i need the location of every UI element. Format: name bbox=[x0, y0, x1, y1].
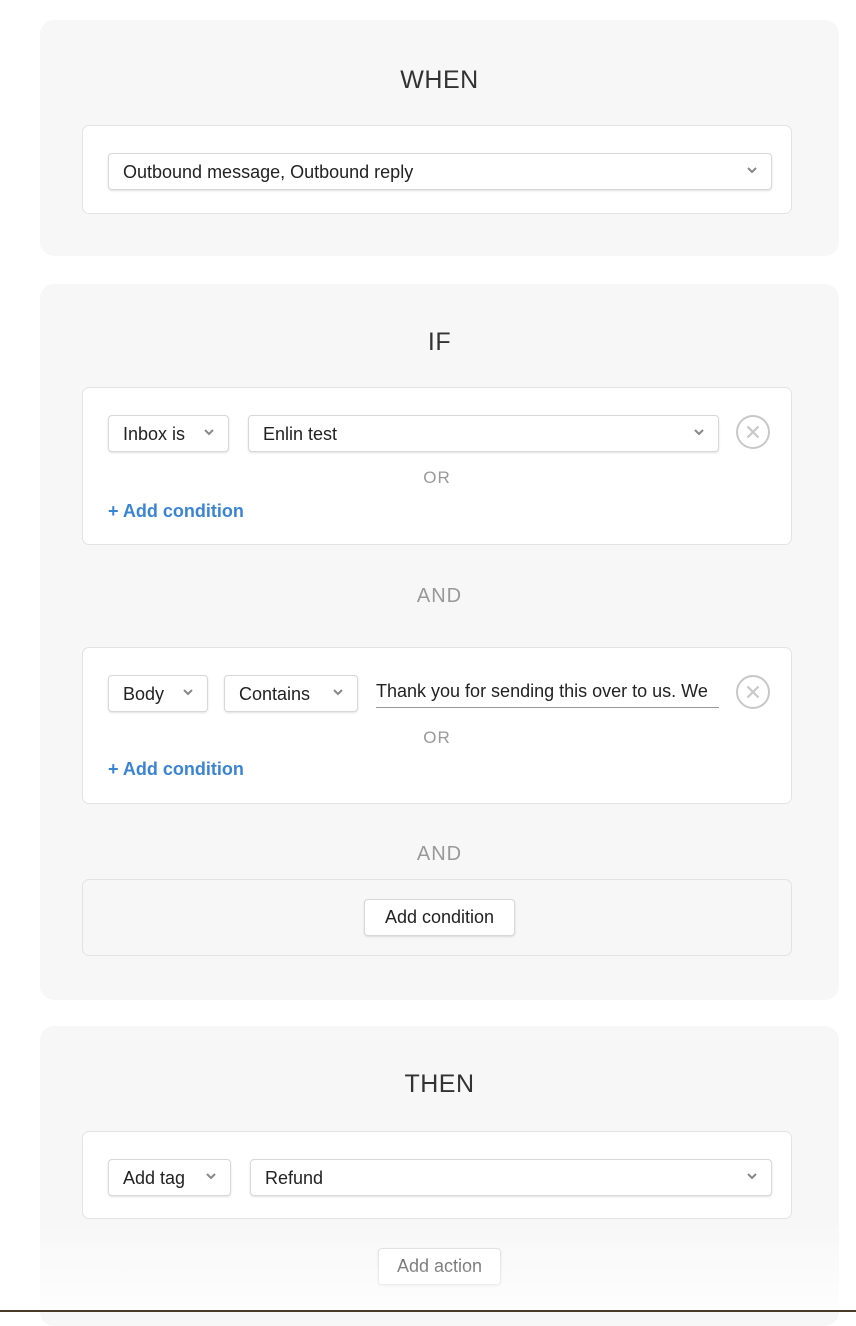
value-select-value: Enlin test bbox=[263, 424, 338, 444]
chevron-down-icon bbox=[183, 689, 193, 696]
then-title: THEN bbox=[404, 1070, 475, 1098]
field-select[interactable]: Inbox is bbox=[108, 415, 229, 452]
remove-condition-icon[interactable] bbox=[735, 674, 771, 710]
trigger-select[interactable]: Outbound message, Outbound reply bbox=[108, 153, 772, 190]
value-select[interactable]: Enlin test bbox=[248, 415, 719, 452]
chevron-down-icon bbox=[204, 429, 214, 436]
chevron-down-icon bbox=[747, 1173, 757, 1180]
and-label: AND bbox=[416, 585, 463, 607]
field-select-value: Inbox is bbox=[123, 424, 186, 444]
then-section: THEN Add tag Refund Add action bbox=[40, 1026, 839, 1326]
action-select[interactable]: Add tag bbox=[108, 1159, 231, 1196]
tag-select-value: Refund bbox=[265, 1168, 324, 1188]
add-condition-button[interactable]: Add condition bbox=[364, 899, 515, 936]
operator-select-value: Contains bbox=[239, 684, 311, 704]
when-title: WHEN bbox=[400, 66, 479, 94]
add-action-button[interactable]: Add action bbox=[378, 1248, 501, 1285]
add-condition-link[interactable]: + Add condition bbox=[108, 501, 244, 522]
chevron-down-icon bbox=[333, 689, 343, 696]
when-section: WHEN Outbound message, Outbound reply bbox=[40, 20, 839, 256]
or-label: OR bbox=[423, 468, 451, 487]
and-label: AND bbox=[416, 843, 463, 865]
or-label: OR bbox=[423, 728, 451, 747]
chevron-down-icon bbox=[206, 1173, 216, 1180]
if-title: IF bbox=[427, 328, 452, 356]
action-select-value: Add tag bbox=[123, 1168, 186, 1188]
operator-select[interactable]: Contains bbox=[224, 675, 358, 712]
when-card: Outbound message, Outbound reply bbox=[82, 125, 792, 214]
trigger-select-value: Outbound message, Outbound reply bbox=[123, 162, 414, 182]
action-card: Add tag Refund bbox=[82, 1131, 792, 1219]
condition-group: Inbox is Enlin test OR + Add condition bbox=[82, 387, 792, 545]
body-text-input[interactable] bbox=[376, 675, 719, 708]
if-section: IF Inbox is Enlin test OR + Add conditio… bbox=[40, 284, 839, 1000]
chevron-down-icon bbox=[747, 167, 757, 174]
remove-condition-icon[interactable] bbox=[735, 414, 771, 450]
chevron-down-icon bbox=[694, 429, 704, 436]
tag-select[interactable]: Refund bbox=[250, 1159, 772, 1196]
field-select[interactable]: Body bbox=[108, 675, 208, 712]
condition-group: Body Contains OR + Add condition bbox=[82, 647, 792, 804]
field-select-value: Body bbox=[123, 684, 165, 704]
add-condition-link[interactable]: + Add condition bbox=[108, 759, 244, 780]
add-condition-group: Add condition bbox=[82, 879, 792, 956]
